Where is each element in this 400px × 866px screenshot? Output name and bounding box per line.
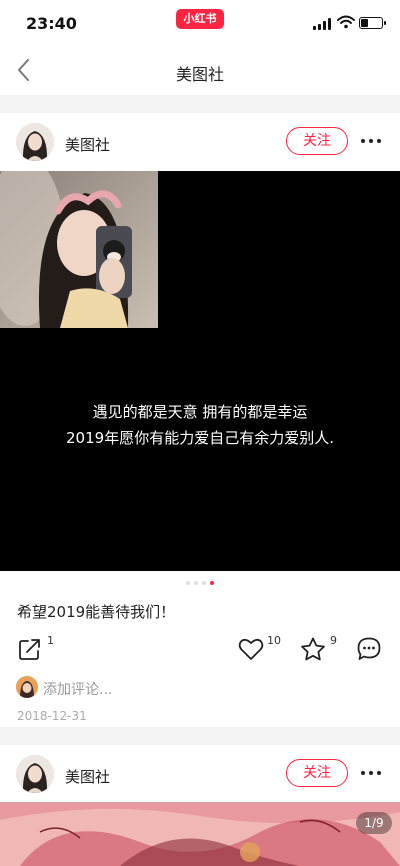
share-button[interactable] — [17, 636, 43, 666]
carousel-dot — [210, 581, 214, 585]
caption-line-2: 2019年愿你有能力爱自己有余力爱别人. — [66, 429, 334, 447]
more-options-button[interactable] — [359, 765, 383, 781]
avatar-image — [16, 755, 54, 793]
section-divider — [0, 95, 400, 113]
nav-bar: 美图社 — [0, 46, 400, 94]
page-title: 美图社 — [175, 65, 224, 84]
comment-row: 添加评论... — [0, 674, 400, 700]
battery-icon — [359, 17, 386, 29]
star-icon — [301, 637, 325, 661]
user-avatar — [16, 676, 38, 698]
more-options-button[interactable] — [359, 133, 383, 149]
inset-photo — [0, 171, 158, 328]
author-name[interactable]: 美图社 — [65, 766, 110, 787]
comment-button[interactable] — [356, 636, 382, 666]
share-icon — [19, 639, 40, 660]
ellipsis-icon — [361, 139, 365, 143]
ellipsis-icon — [361, 771, 365, 775]
portrait-photo — [0, 171, 158, 328]
share-count: 1 — [47, 634, 54, 647]
post-image[interactable]: 遇见的都是天意 拥有的都是幸运 2019年愿你有能力爱自己有余力爱别人. — [0, 171, 400, 571]
page-indicator: 1/9 — [356, 812, 392, 834]
carousel-dot — [186, 581, 190, 585]
post-text: 希望2019能善待我们！ — [17, 603, 176, 621]
comment-input[interactable]: 添加评论... — [43, 679, 112, 699]
author-name[interactable]: 美图社 — [65, 134, 110, 155]
post-image[interactable] — [0, 802, 400, 866]
illustration-image — [0, 802, 400, 866]
follow-button[interactable]: 关注 — [286, 759, 348, 787]
carousel-indicator — [0, 581, 400, 587]
carousel-dot — [202, 581, 206, 585]
comment-icon — [357, 637, 381, 660]
like-count: 10 — [267, 634, 281, 647]
cellular-signal-icon — [313, 18, 333, 30]
status-bar: 23:40 小红书 — [0, 0, 400, 46]
avatar-image — [16, 123, 54, 161]
wifi-icon — [337, 15, 355, 29]
author-avatar[interactable] — [16, 123, 54, 161]
heart-icon — [238, 638, 264, 660]
post-header: 美图社 关注 — [0, 745, 400, 803]
user-avatar-image — [16, 676, 38, 698]
post-date: 2018-12-31 — [17, 709, 87, 723]
action-bar: 1 10 9 — [0, 632, 400, 668]
collect-button[interactable] — [299, 636, 327, 667]
carousel-dot — [194, 581, 198, 585]
section-divider — [0, 727, 400, 745]
status-time: 23:40 — [26, 14, 77, 33]
app-badge: 小红书 — [176, 9, 224, 29]
author-avatar[interactable] — [16, 755, 54, 793]
caption-line-1: 遇见的都是天意 拥有的都是幸运 — [92, 403, 308, 421]
like-button[interactable] — [237, 636, 265, 666]
follow-button[interactable]: 关注 — [286, 127, 348, 155]
collect-count: 9 — [330, 634, 337, 647]
post-header: 美图社 关注 — [0, 113, 400, 171]
